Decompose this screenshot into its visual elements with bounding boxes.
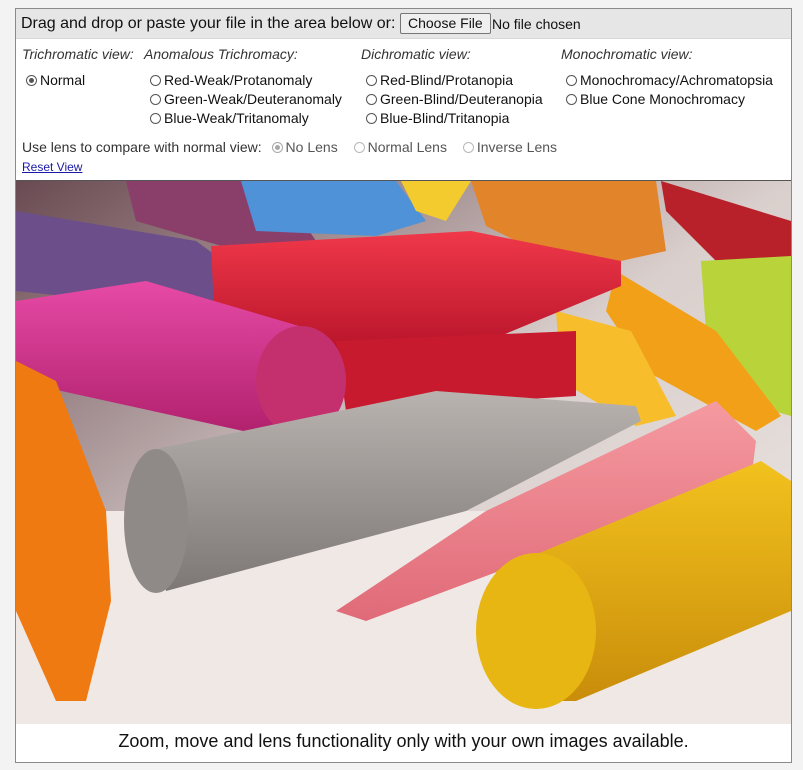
radio-protanomaly[interactable]: [150, 75, 161, 86]
radio-blue-cone-monochromacy[interactable]: [566, 94, 577, 105]
option-deuteranopia[interactable]: Green-Blind/Deuteranopia: [366, 91, 543, 107]
option-protanomaly[interactable]: Red-Weak/Protanomaly: [150, 72, 312, 88]
choose-file-button[interactable]: Choose File: [400, 13, 491, 34]
radio-inverse-lens[interactable]: [462, 142, 474, 153]
file-status: No file chosen: [492, 16, 581, 32]
lens-label: Use lens to compare with normal view:: [22, 139, 262, 155]
monochromatic-heading: Monochromatic view:: [561, 46, 693, 62]
dichromatic-heading: Dichromatic view:: [361, 46, 471, 62]
lens-row: Use lens to compare with normal view: No…: [22, 139, 569, 155]
upload-bar[interactable]: Drag and drop or paste your file in the …: [16, 9, 791, 39]
radio-no-lens[interactable]: [271, 142, 283, 153]
option-tritanopia[interactable]: Blue-Blind/Tritanopia: [366, 110, 509, 126]
upload-prompt: Drag and drop or paste your file in the …: [21, 15, 396, 32]
option-inverse-lens[interactable]: Inverse Lens: [462, 139, 557, 155]
option-no-lens[interactable]: No Lens: [271, 139, 338, 155]
radio-achromatopsia[interactable]: [566, 75, 577, 86]
radio-deuteranomaly[interactable]: [150, 94, 161, 105]
crayons-photo: [16, 181, 791, 724]
option-normal[interactable]: Normal: [26, 72, 85, 88]
radio-deuteranopia[interactable]: [366, 94, 377, 105]
caption: Zoom, move and lens functionality only w…: [118, 731, 689, 751]
sample-image[interactable]: [16, 180, 791, 724]
anomalous-trichromacy-heading: Anomalous Trichromacy:: [144, 46, 298, 62]
simulator-panel: Drag and drop or paste your file in the …: [15, 8, 792, 763]
radio-protanopia[interactable]: [366, 75, 377, 86]
option-achromatopsia[interactable]: Monochromacy/Achromatopsia: [566, 72, 773, 88]
option-tritanomaly[interactable]: Blue-Weak/Tritanomaly: [150, 110, 309, 126]
option-deuteranomaly[interactable]: Green-Weak/Deuteranomaly: [150, 91, 342, 107]
trichromatic-heading: Trichromatic view:: [22, 46, 134, 62]
reset-view-link[interactable]: Reset View: [22, 160, 82, 174]
radio-normal-lens[interactable]: [353, 142, 365, 153]
option-normal-lens[interactable]: Normal Lens: [353, 139, 447, 155]
radio-tritanomaly[interactable]: [150, 113, 161, 124]
radio-tritanopia[interactable]: [366, 113, 377, 124]
radio-normal[interactable]: [26, 75, 37, 86]
option-protanopia[interactable]: Red-Blind/Protanopia: [366, 72, 513, 88]
option-blue-cone-monochromacy[interactable]: Blue Cone Monochromacy: [566, 91, 745, 107]
